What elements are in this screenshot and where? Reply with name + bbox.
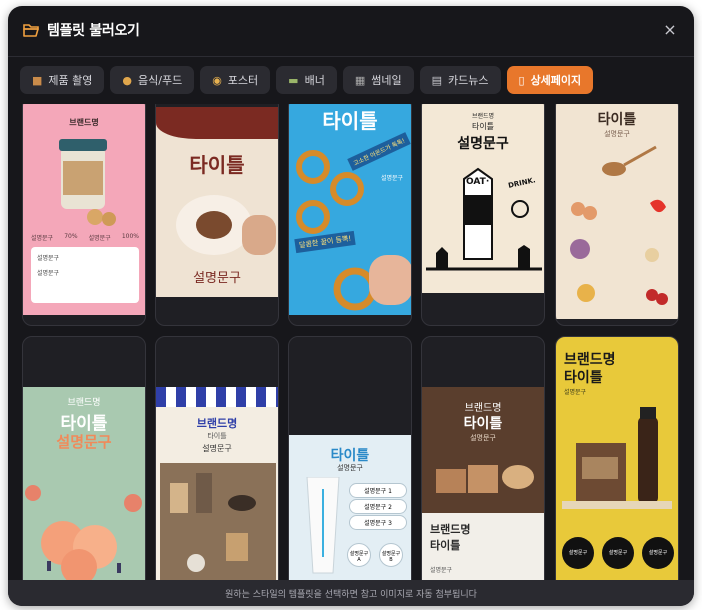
info-circle-2: 설명문구: [602, 537, 634, 569]
info-circle-1: 설명문구: [562, 537, 594, 569]
card-title: 타이틀: [471, 122, 495, 131]
category-tabs: ■ 제품 촬영 ● 음식/푸드 ◉ 포스터 ▬ 배너 ▦ 썸네일 ▤ 카드뉴스 ▯ 상세페이지: [20, 66, 594, 94]
template-card-6[interactable]: 브랜드명 타이틀 설명문구: [22, 336, 146, 580]
tube-image: [306, 477, 340, 574]
template-thumbnail: 타이틀 고소한 아몬드가 톡톡! 달콤한 꿀이 듬뿍! 설명문구: [289, 104, 411, 315]
tab-detail-page[interactable]: ▯ 상세페이지: [506, 66, 594, 94]
info-circle-a: 설명문구 A: [347, 543, 371, 567]
template-thumbnail: 브랜드명 타이틀 설명문구 브랜드명 타이틀 설명문구: [422, 387, 544, 580]
template-grid: 브랜드명 설명문구 70% 설명문구 100% 설명문구 설명문구 타이틀 설명…: [22, 104, 682, 580]
info-pill-1: 설명문구 1: [349, 483, 407, 498]
cards-icon: ▤: [431, 73, 443, 87]
tab-cardnews[interactable]: ▤ 카드뉴스: [419, 66, 501, 94]
document-icon: ▯: [518, 73, 525, 87]
template-thumbnail: 브랜드명 타이틀 설명문구: [156, 387, 278, 580]
bun-image: [176, 195, 276, 255]
template-card-9[interactable]: 브랜드명 타이틀 설명문구 브랜드명 타이틀 설명문구: [421, 336, 545, 580]
template-thumbnail: 타이틀 설명문구 설명문구 1 설명문구 2 설명문구 3 설명문구 A 설명문…: [289, 435, 411, 580]
tab-banner[interactable]: ▬ 배너: [276, 66, 337, 94]
brand-label: 브랜드명: [564, 352, 616, 368]
template-thumbnail: 브랜드명 타이틀 설명문구 OAT· DRINK.: [422, 104, 544, 293]
kitchen-scene-image: [160, 463, 276, 580]
tab-food[interactable]: ● 음식/푸드: [110, 66, 195, 94]
card-desc-2: 설명문구: [430, 567, 453, 574]
brand-label: 브랜드명: [196, 417, 238, 430]
card-desc: 설명문구: [337, 464, 363, 472]
template-card-7[interactable]: 브랜드명 타이틀 설명문구: [155, 336, 279, 580]
template-card-1[interactable]: 브랜드명 설명문구 70% 설명문구 100% 설명문구 설명문구: [22, 104, 146, 326]
card-title: 타이틀: [207, 432, 227, 440]
header-divider: [8, 56, 694, 57]
card-title: 타이틀: [189, 153, 245, 177]
template-card-8[interactable]: 타이틀 설명문구 설명문구 1 설명문구 2 설명문구 3 설명문구 A 설명문…: [288, 336, 412, 580]
template-thumbnail: 타이틀 설명문구: [556, 104, 678, 319]
tab-product[interactable]: ■ 제품 촬영: [20, 66, 105, 94]
card-title-2: 타이틀: [430, 539, 461, 552]
template-card-2[interactable]: 타이틀 설명문구: [155, 104, 279, 326]
palette-icon: ◉: [212, 73, 222, 87]
clapper-icon: ▦: [354, 73, 366, 87]
template-thumbnail: 브랜드명 타이틀 설명문구 설명문구 설명문구 설명문구: [556, 337, 678, 580]
template-thumbnail: 타이틀 설명문구: [156, 107, 278, 297]
card-desc: 설명문구: [381, 175, 404, 182]
card-title: 타이틀: [330, 448, 370, 464]
spice-ingredients-image: [570, 145, 668, 305]
banner-icon: ▬: [288, 73, 299, 87]
product-jar-image: [59, 139, 116, 226]
checklist-box: 설명문구 설명문구: [31, 247, 139, 303]
brand-label-2: 브랜드명: [430, 523, 471, 536]
oat-label: OAT·: [466, 177, 490, 187]
burger-icon: ●: [122, 73, 132, 87]
card-title: 타이틀: [597, 112, 637, 128]
template-card-10[interactable]: 브랜드명 타이틀 설명문구 설명문구 설명문구 설명문구: [555, 336, 679, 580]
card-title: 타이틀: [463, 416, 503, 432]
template-card-4[interactable]: 브랜드명 타이틀 설명문구 OAT· DRINK.: [421, 104, 545, 326]
card-main: 설명문구: [457, 136, 509, 152]
card-title: 타이틀: [564, 370, 603, 386]
template-modal: 템플릿 불러오기 × ■ 제품 촬영 ● 음식/푸드 ◉ 포스터 ▬ 배너 ▦ 썸네일 ▤…: [8, 6, 694, 606]
tab-thumbnail[interactable]: ▦ 썸네일: [342, 66, 414, 94]
striped-awning: [156, 387, 278, 407]
card-desc: 설명문구: [470, 434, 496, 442]
stats-row: 설명문구 70% 설명문구 100%: [31, 233, 139, 242]
template-thumbnail: 브랜드명 타이틀 설명문구: [23, 387, 145, 580]
modal-header: 템플릿 불러오기 ×: [8, 6, 694, 54]
template-thumbnail: 브랜드명 설명문구 70% 설명문구 100% 설명문구 설명문구: [23, 104, 145, 315]
card-desc: 설명문구: [564, 389, 587, 396]
footer-hint: 원하는 스타일의 템플릿을 선택하면 참고 이미지로 자동 첨부됩니다: [8, 580, 694, 606]
tab-poster[interactable]: ◉ 포스터: [200, 66, 271, 94]
card-desc: 설명문구: [604, 130, 630, 138]
card-desc: 설명문구: [202, 444, 232, 453]
template-card-3[interactable]: 타이틀 고소한 아몬드가 톡톡! 달콤한 꿀이 듬뿍! 설명문구: [288, 104, 412, 326]
card-main: 설명문구: [56, 433, 112, 451]
brand-label: 브랜드명: [464, 403, 502, 414]
coffee-box-image: [562, 407, 672, 509]
box-icon: ■: [32, 73, 43, 87]
info-pill-2: 설명문구 2: [349, 499, 407, 514]
wave-header: [156, 107, 278, 139]
cake-image: [436, 465, 534, 493]
folder-open-icon: [23, 24, 39, 37]
info-pill-3: 설명문구 3: [349, 515, 407, 530]
template-card-5[interactable]: 타이틀 설명문구: [555, 104, 679, 326]
peach-image: [25, 485, 142, 580]
modal-title: 템플릿 불러오기: [47, 23, 140, 39]
info-circle-b: 설명문구 B: [379, 543, 403, 567]
info-circle-3: 설명문구: [642, 537, 674, 569]
close-icon[interactable]: ×: [660, 20, 680, 40]
card-title: 타이틀: [322, 109, 378, 133]
card-desc: 설명문구: [193, 271, 241, 286]
brand-label: 브랜드명: [471, 113, 495, 120]
brand-label: 브랜드명: [67, 398, 101, 408]
